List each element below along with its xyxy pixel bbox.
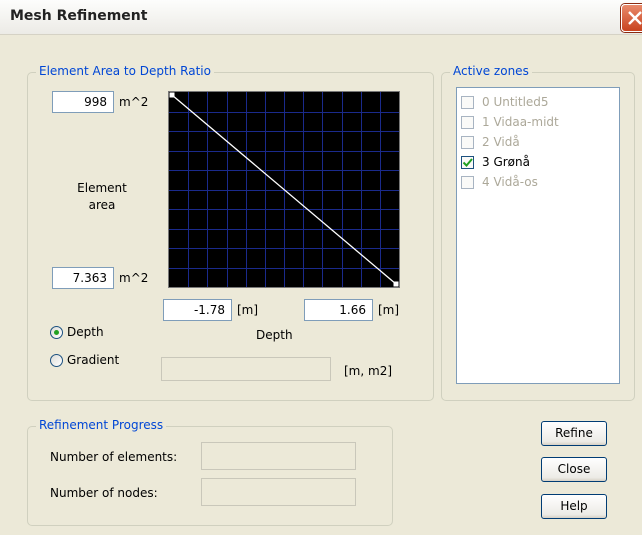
elements-count xyxy=(201,442,356,470)
nodes-label: Number of nodes: xyxy=(50,486,158,500)
zone-checkbox[interactable] xyxy=(461,176,474,189)
max-area-unit: m^2 xyxy=(119,95,149,109)
ratio-handle[interactable] xyxy=(169,92,175,98)
depth-max-input[interactable]: 1.66 xyxy=(304,299,373,321)
min-area-unit: m^2 xyxy=(119,271,149,285)
zone-list[interactable]: 0 Untitled5 1 Vidaa-midt 2 Vidå 3 Grønå … xyxy=(456,87,620,384)
checkmark-icon xyxy=(462,158,473,167)
close-window-button[interactable] xyxy=(621,4,642,32)
gradient-radio[interactable] xyxy=(50,354,63,367)
zone-checkbox[interactable] xyxy=(461,116,474,129)
element-area-label: Element area xyxy=(77,181,127,212)
zone-item[interactable]: 0 Untitled5 xyxy=(461,94,611,111)
gradient-input xyxy=(161,357,331,381)
nodes-count xyxy=(201,478,356,506)
mesh-refinement-dialog: Mesh Refinement Element Area to Depth Ra… xyxy=(0,0,642,535)
help-button[interactable]: Help xyxy=(541,494,607,519)
gradient-radio-label[interactable]: Gradient xyxy=(67,353,119,367)
zone-label: 0 Untitled5 xyxy=(482,95,549,109)
zone-label: 1 Vidaa-midt xyxy=(482,115,559,129)
zone-label: 4 Vidå-os xyxy=(482,175,538,189)
window-title: Mesh Refinement xyxy=(10,8,148,24)
active-zones-legend: Active zones xyxy=(450,64,532,78)
zone-item[interactable]: 3 Grønå xyxy=(461,154,611,171)
ratio-handle[interactable] xyxy=(393,281,399,287)
depth-axis-label: Depth xyxy=(256,328,293,342)
title-bar: Mesh Refinement xyxy=(0,0,642,35)
zone-checkbox[interactable] xyxy=(461,96,474,109)
depth-max-unit: [m] xyxy=(378,303,400,317)
zone-item[interactable]: 2 Vidå xyxy=(461,134,611,151)
depth-min-unit: [m] xyxy=(237,303,259,317)
close-button[interactable]: Close xyxy=(541,457,607,482)
depth-radio[interactable] xyxy=(50,326,63,339)
progress-legend: Refinement Progress xyxy=(36,418,167,432)
zone-label: 2 Vidå xyxy=(482,135,520,149)
depth-radio-label[interactable]: Depth xyxy=(67,325,104,339)
zone-checkbox[interactable] xyxy=(461,156,474,169)
area-depth-chart[interactable] xyxy=(168,91,400,288)
radio-selected-dot xyxy=(54,330,59,335)
close-icon xyxy=(628,11,642,25)
elements-label: Number of elements: xyxy=(50,450,178,464)
zone-label: 3 Grønå xyxy=(482,155,530,169)
depth-min-input[interactable]: -1.78 xyxy=(163,299,232,321)
ratio-group-legend: Element Area to Depth Ratio xyxy=(36,64,214,78)
progress-group: Refinement Progress xyxy=(27,418,393,526)
zone-item[interactable]: 4 Vidå-os xyxy=(461,174,611,191)
refine-button[interactable]: Refine xyxy=(541,421,607,446)
zone-checkbox[interactable] xyxy=(461,136,474,149)
chart-canvas xyxy=(169,92,399,287)
max-area-input[interactable]: 998 xyxy=(52,91,114,113)
zone-item[interactable]: 1 Vidaa-midt xyxy=(461,114,611,131)
min-area-input[interactable]: 7.363 xyxy=(52,267,114,289)
gradient-unit: [m, m2] xyxy=(344,364,393,378)
